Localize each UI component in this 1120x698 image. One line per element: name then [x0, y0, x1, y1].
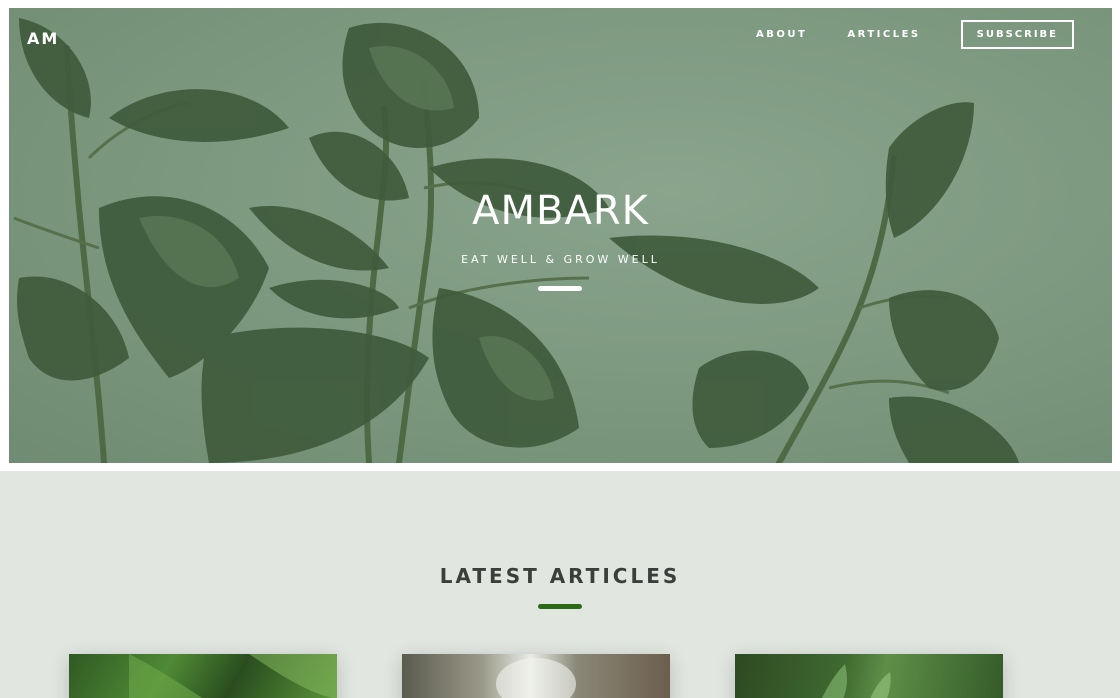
section-title: LATEST ARTICLES	[439, 564, 681, 588]
latest-articles-section: LATEST ARTICLES	[0, 471, 1120, 698]
nav-link-about[interactable]: ABOUT	[756, 29, 807, 40]
nav-link-articles[interactable]: ARTICLES	[847, 29, 920, 40]
article-card[interactable]	[402, 654, 670, 698]
hero-banner: AM ABOUT ARTICLES SUBSCRIBE AMBARK EAT W…	[9, 8, 1112, 463]
hero-title: AMBARK	[472, 188, 649, 234]
article-thumbnail	[129, 654, 337, 698]
article-thumbnail	[822, 664, 891, 698]
section-divider	[538, 604, 582, 609]
article-card[interactable]	[735, 654, 1003, 698]
plant-leaves-image	[13, 18, 1019, 463]
subscribe-button[interactable]: SUBSCRIBE	[960, 20, 1074, 49]
hero-divider	[538, 286, 582, 291]
site-logo[interactable]: AM	[27, 29, 59, 48]
article-thumbnail	[496, 658, 576, 698]
main-nav: ABOUT ARTICLES SUBSCRIBE	[756, 20, 1074, 49]
article-card[interactable]	[69, 654, 337, 698]
hero-tagline: EAT WELL & GROW WELL	[461, 253, 660, 266]
